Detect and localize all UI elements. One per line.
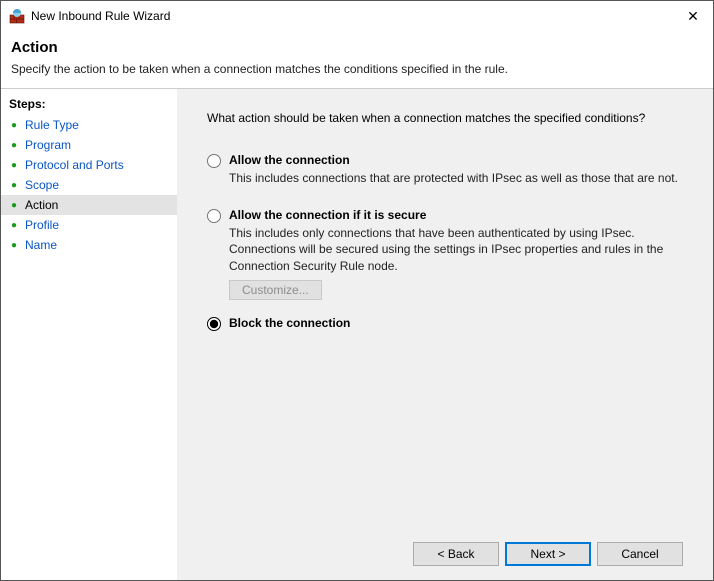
radio-block[interactable] (207, 317, 221, 331)
back-button[interactable]: < Back (413, 542, 499, 566)
steps-heading: Steps: (1, 97, 177, 115)
wizard-header: Action Specify the action to be taken wh… (1, 31, 713, 80)
radio-allow-secure[interactable] (207, 209, 221, 223)
step-name[interactable]: ●Name (1, 235, 177, 255)
step-rule-type[interactable]: ●Rule Type (1, 115, 177, 135)
close-icon[interactable]: ✕ (673, 1, 713, 31)
step-action[interactable]: ●Action (1, 195, 177, 215)
radio-allow[interactable] (207, 154, 221, 168)
wizard-window: New Inbound Rule Wizard ✕ Action Specify… (0, 0, 714, 581)
next-button[interactable]: Next > (505, 542, 591, 566)
cancel-button[interactable]: Cancel (597, 542, 683, 566)
option-allow-label: Allow the connection (229, 153, 683, 167)
option-block: Block the connection (207, 316, 683, 333)
option-allow-secure-label: Allow the connection if it is secure (229, 208, 683, 222)
option-block-label: Block the connection (229, 316, 683, 330)
customize-button: Customize... (229, 280, 322, 300)
step-profile[interactable]: ●Profile (1, 215, 177, 235)
firewall-app-icon (9, 8, 25, 24)
titlebar: New Inbound Rule Wizard ✕ (1, 1, 713, 31)
page-title: Action (11, 39, 701, 56)
option-allow-desc: This includes connections that are prote… (229, 170, 683, 186)
step-program[interactable]: ●Program (1, 135, 177, 155)
step-scope[interactable]: ●Scope (1, 175, 177, 195)
step-protocol-and-ports[interactable]: ●Protocol and Ports (1, 155, 177, 175)
steps-sidebar: Steps: ●Rule Type ●Program ●Protocol and… (1, 89, 177, 580)
option-allow: Allow the connection This includes conne… (207, 153, 683, 192)
main-panel: What action should be taken when a conne… (177, 89, 713, 580)
option-allow-secure-desc: This includes only connections that have… (229, 225, 683, 274)
window-title: New Inbound Rule Wizard (31, 9, 673, 23)
prompt-text: What action should be taken when a conne… (207, 111, 683, 125)
wizard-footer: < Back Next > Cancel (207, 532, 683, 566)
page-subtitle: Specify the action to be taken when a co… (11, 62, 701, 76)
option-allow-secure: Allow the connection if it is secure Thi… (207, 208, 683, 300)
